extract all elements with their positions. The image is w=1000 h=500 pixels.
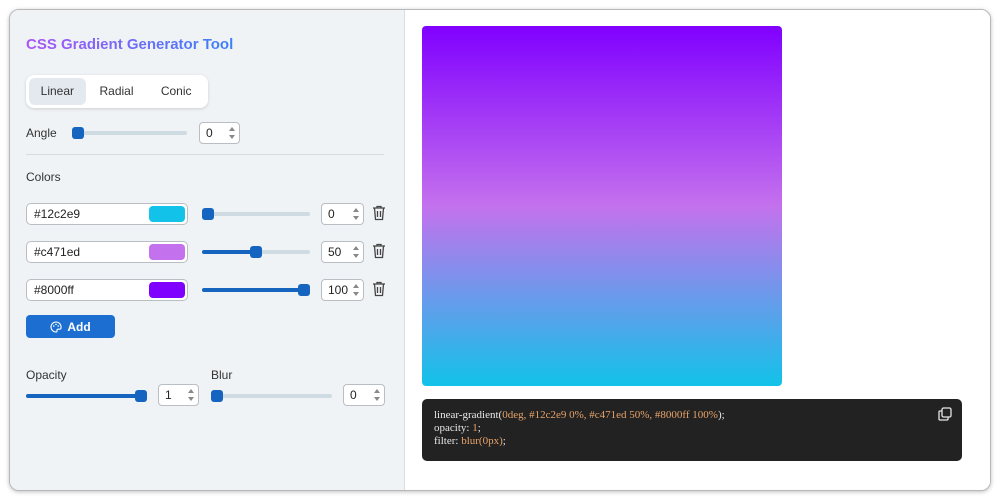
opacity-label: Opacity xyxy=(26,368,67,382)
color-stop-1-slider[interactable] xyxy=(202,208,310,220)
color-stop-3-hex-input[interactable]: #8000ff xyxy=(26,279,188,301)
color-stop-2-position-input[interactable]: 50 xyxy=(321,241,364,263)
blur-label: Blur xyxy=(211,368,233,382)
color-stop-3-stepper-icon[interactable] xyxy=(352,283,360,297)
color-stop-2-stepper-icon[interactable] xyxy=(352,245,360,259)
tab-conic[interactable]: Conic xyxy=(147,78,205,105)
gradient-preview xyxy=(422,26,782,386)
color-stop-1-hex: #12c2e9 xyxy=(34,207,81,221)
color-stop-1-stepper-icon[interactable] xyxy=(352,207,360,221)
color-stop-2-slider[interactable] xyxy=(202,246,310,258)
code-line-gradient: linear-gradient(0deg, #12c2e9 0%, #c471e… xyxy=(434,409,725,421)
angle-value: 0 xyxy=(206,126,213,140)
color-stop-3-position: 100 xyxy=(328,283,349,297)
color-stop-1-position-input[interactable]: 0 xyxy=(321,203,364,225)
color-stop-2-slider-fill xyxy=(202,250,256,254)
opacity-slider[interactable] xyxy=(26,390,147,402)
tab-radial[interactable]: Radial xyxy=(86,78,148,105)
trash-icon[interactable] xyxy=(372,243,386,259)
color-stop-2-hex-input[interactable]: #c471ed xyxy=(26,241,188,263)
color-stop-2-hex: #c471ed xyxy=(34,245,81,259)
opacity-value: 1 xyxy=(165,388,172,402)
opacity-slider-fill xyxy=(26,394,141,398)
angle-label: Angle xyxy=(26,126,57,140)
angle-input[interactable]: 0 xyxy=(199,122,240,144)
color-stop-3-slider-thumb[interactable] xyxy=(298,284,310,296)
controls-panel: CSS Gradient Generator Tool Linear Radia… xyxy=(10,10,405,490)
color-stop-3-slider-fill xyxy=(202,288,304,292)
colors-label: Colors xyxy=(26,170,61,184)
color-stop-3-swatch[interactable] xyxy=(149,282,185,298)
palette-icon xyxy=(50,320,62,333)
code-line-opacity: opacity: 1; xyxy=(434,422,481,434)
angle-stepper-icon[interactable] xyxy=(228,126,236,140)
add-color-button[interactable]: Add xyxy=(26,315,115,338)
color-stop-3-position-input[interactable]: 100 xyxy=(321,279,364,301)
css-code-block: linear-gradient(0deg, #12c2e9 0%, #c471e… xyxy=(422,399,962,461)
blur-slider[interactable] xyxy=(211,390,332,402)
blur-input[interactable]: 0 xyxy=(343,384,385,406)
color-stop-2-slider-thumb[interactable] xyxy=(250,246,262,258)
color-stop-2-swatch[interactable] xyxy=(149,244,185,260)
app-window: CSS Gradient Generator Tool Linear Radia… xyxy=(9,9,991,491)
angle-slider-thumb[interactable] xyxy=(72,127,84,139)
opacity-stepper-icon[interactable] xyxy=(187,388,195,402)
color-stop-1-slider-thumb[interactable] xyxy=(202,208,214,220)
preview-panel: linear-gradient(0deg, #12c2e9 0%, #c471e… xyxy=(406,10,990,490)
color-stop-1-swatch[interactable] xyxy=(149,206,185,222)
divider xyxy=(26,154,384,155)
copy-icon[interactable] xyxy=(938,407,952,421)
gradient-type-tabs: Linear Radial Conic xyxy=(26,75,208,108)
blur-slider-thumb[interactable] xyxy=(211,390,223,402)
page-title: CSS Gradient Generator Tool xyxy=(26,36,234,53)
color-stop-3-slider[interactable] xyxy=(202,284,310,296)
color-stop-3-hex: #8000ff xyxy=(34,283,74,297)
angle-slider[interactable] xyxy=(72,127,187,139)
color-stop-1-hex-input[interactable]: #12c2e9 xyxy=(26,203,188,225)
blur-value: 0 xyxy=(350,388,357,402)
opacity-input[interactable]: 1 xyxy=(158,384,199,406)
blur-stepper-icon[interactable] xyxy=(373,388,381,402)
code-line-filter: filter: blur(0px); xyxy=(434,435,506,447)
trash-icon[interactable] xyxy=(372,205,386,221)
trash-icon[interactable] xyxy=(372,281,386,297)
opacity-slider-thumb[interactable] xyxy=(135,390,147,402)
color-stop-1-position: 0 xyxy=(328,207,335,221)
add-button-label: Add xyxy=(67,319,91,334)
color-stop-2-position: 50 xyxy=(328,245,342,259)
tab-linear[interactable]: Linear xyxy=(29,78,86,105)
